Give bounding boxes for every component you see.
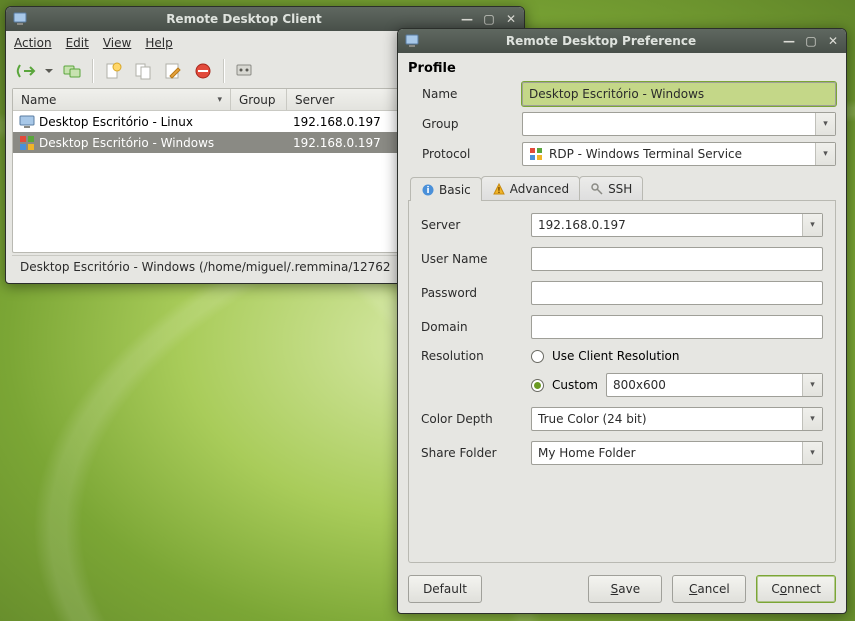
- tab-advanced[interactable]: !Advanced: [481, 176, 580, 200]
- profile-heading: Profile: [408, 61, 836, 76]
- protocol-select[interactable]: RDP - Windows Terminal Service ▾: [522, 142, 836, 166]
- preference-window: Remote Desktop Preference — ▢ ✕ Profile …: [397, 28, 847, 614]
- close-icon[interactable]: ✕: [504, 12, 518, 26]
- info-icon: i: [421, 183, 435, 197]
- chevron-down-icon[interactable]: ▾: [815, 143, 835, 165]
- default-button[interactable]: Default: [408, 575, 482, 603]
- tab-basic-pane: Server ▾ User Name Password Domain Resol…: [408, 201, 836, 563]
- domain-label: Domain: [421, 320, 519, 334]
- server-combo[interactable]: ▾: [531, 213, 823, 237]
- name-label: Name: [422, 87, 512, 101]
- menu-help[interactable]: Help: [145, 36, 172, 50]
- toolbar-preferences-button[interactable]: [230, 57, 258, 85]
- sharefolder-label: Share Folder: [421, 446, 519, 460]
- column-name[interactable]: Name▾: [13, 89, 231, 110]
- password-label: Password: [421, 286, 519, 300]
- tab-basic[interactable]: iBasic: [410, 177, 482, 201]
- radio-client-label: Use Client Resolution: [552, 349, 680, 363]
- toolbar-copy-button[interactable]: [58, 57, 86, 85]
- server-input[interactable]: [538, 214, 800, 236]
- menu-action[interactable]: Action: [14, 36, 52, 50]
- toolbar-edit-button[interactable]: [159, 57, 187, 85]
- sharefolder-select[interactable]: My Home Folder ▾: [531, 441, 823, 465]
- pref-title: Remote Desktop Preference: [426, 34, 776, 48]
- protocol-label: Protocol: [422, 147, 512, 161]
- menu-edit[interactable]: Edit: [66, 36, 89, 50]
- key-icon: [590, 182, 604, 196]
- list-item-name: Desktop Escritório - Linux: [39, 115, 193, 129]
- toolbar-delete-button[interactable]: [189, 57, 217, 85]
- svg-text:i: i: [426, 186, 429, 196]
- minimize-icon[interactable]: —: [460, 12, 474, 26]
- windows-icon: [529, 147, 543, 161]
- save-button[interactable]: Save: [588, 575, 662, 603]
- toolbar-connect-button[interactable]: [12, 57, 40, 85]
- minimize-icon[interactable]: —: [782, 34, 796, 48]
- colordepth-value: True Color (24 bit): [538, 412, 647, 426]
- toolbar-duplicate-button[interactable]: [129, 57, 157, 85]
- svg-text:!: !: [497, 186, 501, 195]
- tab-ssh[interactable]: SSH: [579, 176, 643, 200]
- menu-view[interactable]: View: [103, 36, 131, 50]
- colordepth-select[interactable]: True Color (24 bit) ▾: [531, 407, 823, 431]
- colordepth-label: Color Depth: [421, 412, 519, 426]
- name-input[interactable]: [522, 82, 836, 106]
- group-combo[interactable]: ▾: [522, 112, 836, 136]
- warning-icon: !: [492, 182, 506, 196]
- windows-icon: [19, 135, 35, 151]
- chevron-down-icon[interactable]: ▾: [815, 113, 835, 135]
- resolution-client-row[interactable]: Use Client Resolution: [531, 349, 823, 363]
- column-group[interactable]: Group: [231, 89, 287, 110]
- radio-custom[interactable]: [531, 379, 544, 392]
- sort-indicator-icon: ▾: [217, 95, 222, 105]
- chevron-down-icon[interactable]: ▾: [802, 214, 822, 236]
- domain-input[interactable]: [531, 315, 823, 339]
- radio-client[interactable]: [531, 350, 544, 363]
- password-input[interactable]: [531, 281, 823, 305]
- chevron-down-icon[interactable]: ▾: [802, 408, 822, 430]
- cancel-button[interactable]: Cancel: [672, 575, 746, 603]
- server-label: Server: [421, 218, 519, 232]
- resolution-value: 800x600: [613, 378, 666, 392]
- chevron-down-icon[interactable]: ▾: [802, 442, 822, 464]
- username-label: User Name: [421, 252, 519, 266]
- sharefolder-value: My Home Folder: [538, 446, 636, 460]
- maximize-icon[interactable]: ▢: [804, 34, 818, 48]
- app-icon: [12, 11, 28, 27]
- chevron-down-icon[interactable]: ▾: [802, 374, 822, 396]
- username-input[interactable]: [531, 247, 823, 271]
- app-icon: [404, 33, 420, 49]
- button-bar: Default Save Cancel Connect: [408, 575, 836, 603]
- radio-custom-label: Custom: [552, 378, 598, 392]
- monitor-icon: [19, 114, 35, 130]
- group-input[interactable]: [529, 113, 813, 135]
- resolution-label: Resolution: [421, 349, 519, 363]
- group-label: Group: [422, 117, 512, 131]
- close-icon[interactable]: ✕: [826, 34, 840, 48]
- toolbar-new-button[interactable]: [99, 57, 127, 85]
- main-title: Remote Desktop Client: [34, 12, 454, 26]
- list-item-name: Desktop Escritório - Windows: [39, 136, 214, 150]
- maximize-icon[interactable]: ▢: [482, 12, 496, 26]
- pref-titlebar[interactable]: Remote Desktop Preference — ▢ ✕: [398, 29, 846, 53]
- tabs: iBasic !Advanced SSH: [408, 176, 836, 201]
- toolbar-connect-dropdown[interactable]: [42, 57, 56, 85]
- protocol-value: RDP - Windows Terminal Service: [549, 147, 742, 161]
- resolution-select[interactable]: 800x600 ▾: [606, 373, 823, 397]
- connect-button[interactable]: Connect: [756, 575, 836, 603]
